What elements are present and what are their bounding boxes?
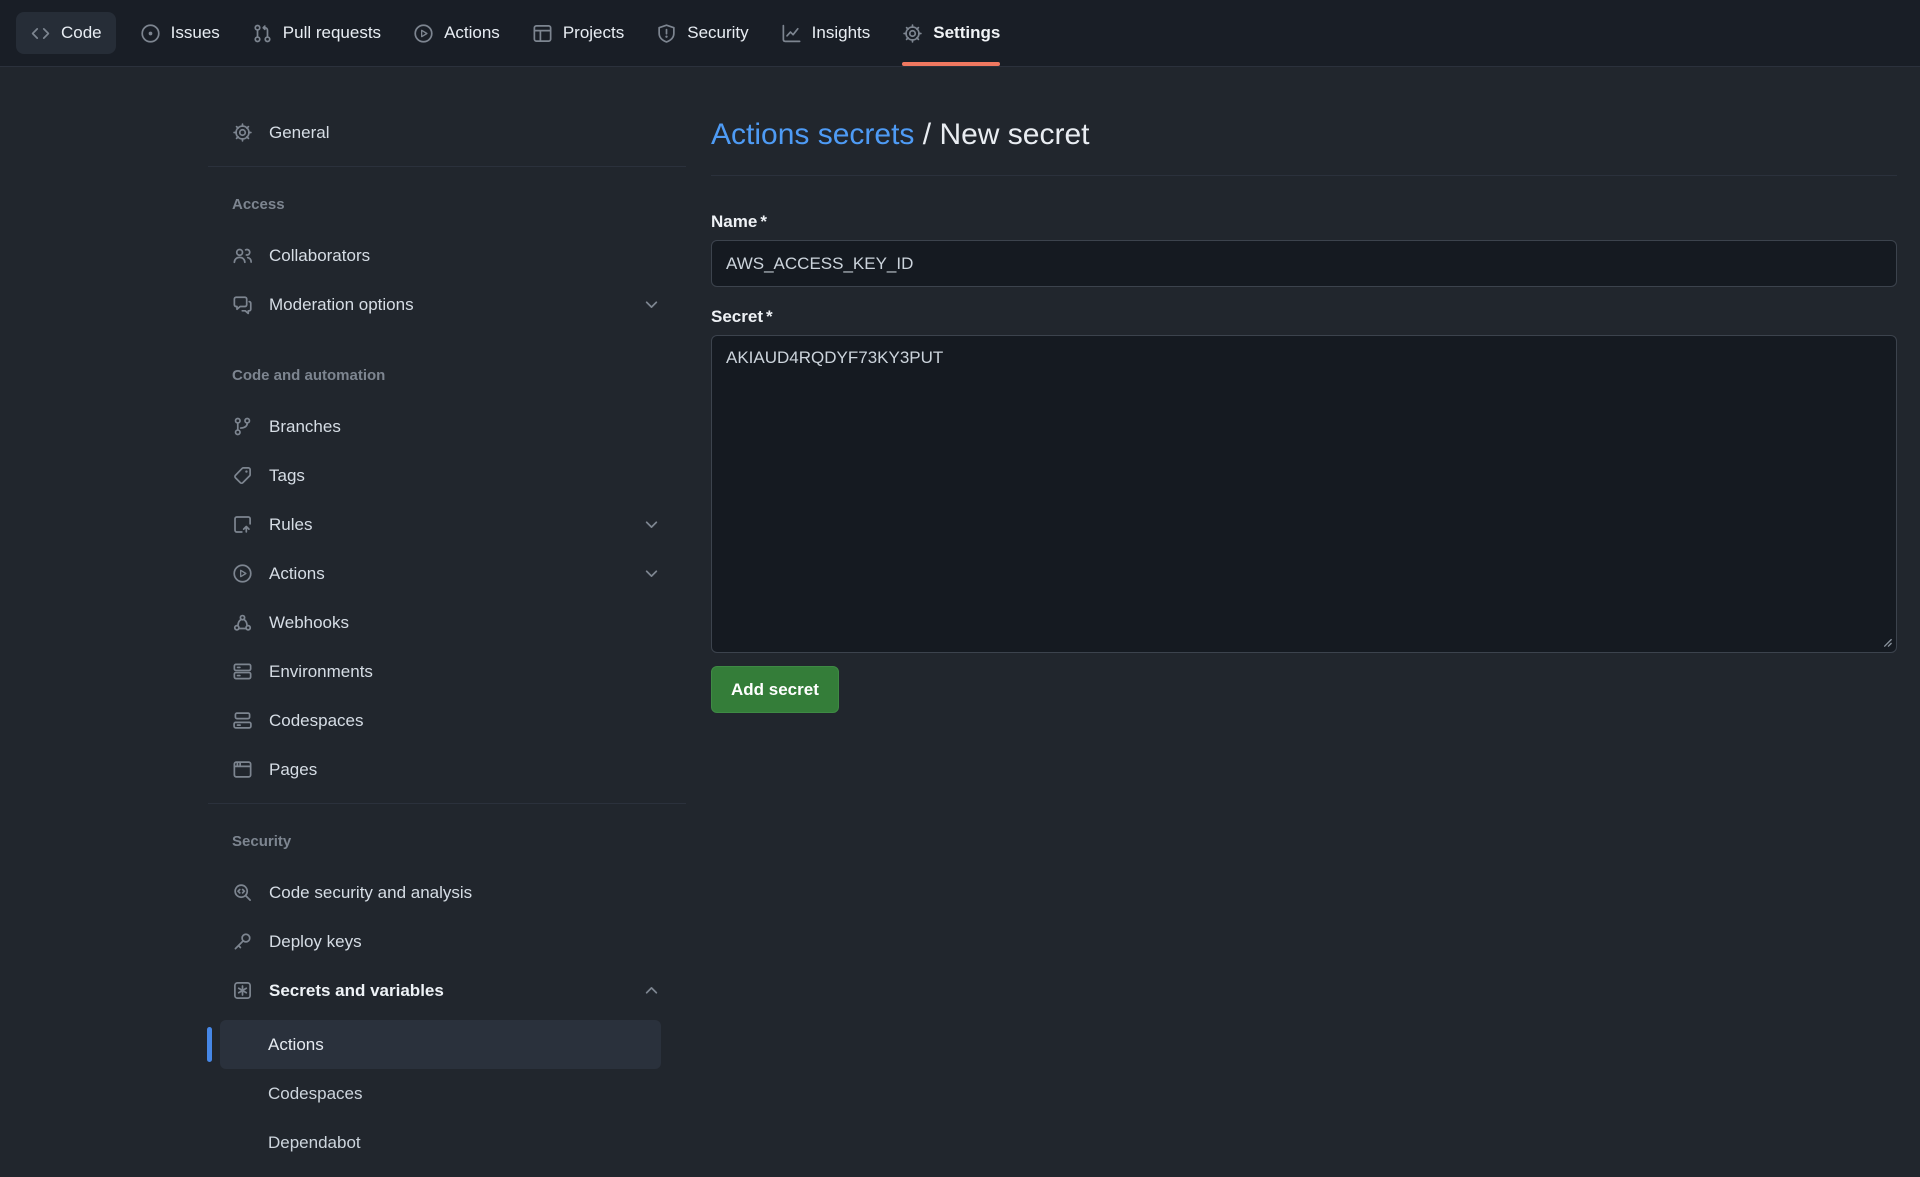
sidebar-item-label: Codespaces <box>269 711 364 731</box>
key-icon <box>232 931 253 952</box>
sidebar-item-code-security-and-analysis[interactable]: Code security and analysis <box>208 868 686 917</box>
table-icon <box>532 23 553 44</box>
nav-item-label: Security <box>687 23 748 43</box>
play-icon <box>413 23 434 44</box>
repo-top-nav: Code Issues Pull requests Actions Projec… <box>0 0 1920 67</box>
code-scan-icon <box>232 882 253 903</box>
git-branch-icon <box>232 416 253 437</box>
issue-opened-icon <box>140 23 161 44</box>
actions-secrets-breadcrumb-link[interactable]: Actions secrets <box>711 118 914 151</box>
chevron-down-icon <box>641 563 662 584</box>
sidebar-subitem-label: Codespaces <box>268 1084 363 1104</box>
sidebar-item-rules[interactable]: Rules <box>208 500 686 549</box>
nav-item-security[interactable]: Security <box>642 0 762 66</box>
sidebar-item-environments[interactable]: Environments <box>208 647 686 696</box>
play-icon <box>232 563 253 584</box>
nav-item-label: Pull requests <box>283 23 381 43</box>
required-mark: * <box>760 212 767 231</box>
divider <box>208 803 686 804</box>
secret-value-textarea[interactable]: AKIAUD4RQDYF73KY3PUT <box>711 335 1897 653</box>
webhook-icon <box>232 612 253 633</box>
git-pull-request-icon <box>252 23 273 44</box>
browser-icon <box>232 759 253 780</box>
chevron-down-icon <box>641 514 662 535</box>
sidebar-item-deploy-keys[interactable]: Deploy keys <box>208 917 686 966</box>
gear-icon <box>232 122 253 143</box>
sidebar-subitem-dependabot[interactable]: Dependabot <box>220 1118 661 1167</box>
nav-item-code[interactable]: Code <box>16 12 116 54</box>
sidebar-item-webhooks[interactable]: Webhooks <box>208 598 686 647</box>
sidebar-item-secrets-and-variables[interactable]: Secrets and variables <box>208 966 686 1015</box>
new-secret-panel: Actions secrets / New secret Name* Secre… <box>711 115 1897 713</box>
name-label: Name* <box>711 212 1897 232</box>
settings-sidebar: General Access Collaborators Moderation … <box>208 108 686 1167</box>
sidebar-subitem-actions[interactable]: Actions <box>220 1020 661 1069</box>
gear-icon <box>902 23 923 44</box>
nav-item-settings[interactable]: Settings <box>888 0 1014 66</box>
sidebar-item-label: Moderation options <box>269 295 414 315</box>
sidebar-section-security: Security <box>208 813 686 868</box>
tag-icon <box>232 465 253 486</box>
required-mark: * <box>766 307 773 326</box>
nav-item-label: Code <box>61 23 102 43</box>
sidebar-item-label: Environments <box>269 662 373 682</box>
secret-name-input[interactable] <box>711 240 1897 287</box>
sidebar-item-tags[interactable]: Tags <box>208 451 686 500</box>
nav-item-projects[interactable]: Projects <box>518 0 638 66</box>
divider <box>208 166 686 167</box>
sidebar-item-actions[interactable]: Actions <box>208 549 686 598</box>
sidebar-item-label: Webhooks <box>269 613 349 633</box>
people-icon <box>232 245 253 266</box>
sidebar-item-branches[interactable]: Branches <box>208 402 686 451</box>
nav-item-actions[interactable]: Actions <box>399 0 514 66</box>
sidebar-item-pages[interactable]: Pages <box>208 745 686 794</box>
secret-label: Secret* <box>711 307 1897 327</box>
sidebar-item-label: Code security and analysis <box>269 883 472 903</box>
add-secret-button[interactable]: Add secret <box>711 666 839 713</box>
chevron-up-icon <box>641 980 662 1001</box>
secret-value-wrapper: AKIAUD4RQDYF73KY3PUT <box>711 335 1897 653</box>
graph-icon <box>781 23 802 44</box>
nav-item-insights[interactable]: Insights <box>767 0 885 66</box>
breadcrumb-separator: / <box>923 118 931 151</box>
sidebar-section-code-and-automation: Code and automation <box>208 347 686 402</box>
nav-item-label: Actions <box>444 23 500 43</box>
asterisk-box-icon <box>232 980 253 1001</box>
sidebar-item-label: Actions <box>269 564 325 584</box>
sidebar-item-label: Branches <box>269 417 341 437</box>
sidebar-subitem-codespaces[interactable]: Codespaces <box>220 1069 661 1118</box>
sidebar-item-label: Collaborators <box>269 246 370 266</box>
nav-item-label: Insights <box>812 23 871 43</box>
comment-discussion-icon <box>232 294 253 315</box>
chevron-down-icon <box>641 294 662 315</box>
rules-icon <box>232 514 253 535</box>
sidebar-item-label: Tags <box>269 466 305 486</box>
sidebar-section-access: Access <box>208 176 686 231</box>
sidebar-item-label: Deploy keys <box>269 932 362 952</box>
nav-item-issues[interactable]: Issues <box>126 0 234 66</box>
sidebar-item-label: Rules <box>269 515 312 535</box>
page-title: Actions secrets / New secret <box>711 115 1897 176</box>
sidebar-item-collaborators[interactable]: Collaborators <box>208 231 686 280</box>
nav-item-label: Projects <box>563 23 624 43</box>
breadcrumb-current: New secret <box>939 118 1089 151</box>
codespaces-icon <box>232 710 253 731</box>
sidebar-item-label: Pages <box>269 760 317 780</box>
sidebar-item-codespaces[interactable]: Codespaces <box>208 696 686 745</box>
sidebar-subitem-label: Actions <box>268 1035 324 1055</box>
nav-item-label: Issues <box>171 23 220 43</box>
code-icon <box>30 23 51 44</box>
server-icon <box>232 661 253 682</box>
sidebar-subitem-label: Dependabot <box>268 1133 361 1153</box>
nav-item-label: Settings <box>933 23 1000 43</box>
sidebar-item-moderation-options[interactable]: Moderation options <box>208 280 686 329</box>
sidebar-item-label: General <box>269 123 329 143</box>
resize-grip-icon[interactable] <box>1879 634 1894 649</box>
sidebar-item-label: Secrets and variables <box>269 981 444 1001</box>
nav-item-pull-requests[interactable]: Pull requests <box>238 0 395 66</box>
sidebar-item-general[interactable]: General <box>208 108 686 157</box>
shield-icon <box>656 23 677 44</box>
